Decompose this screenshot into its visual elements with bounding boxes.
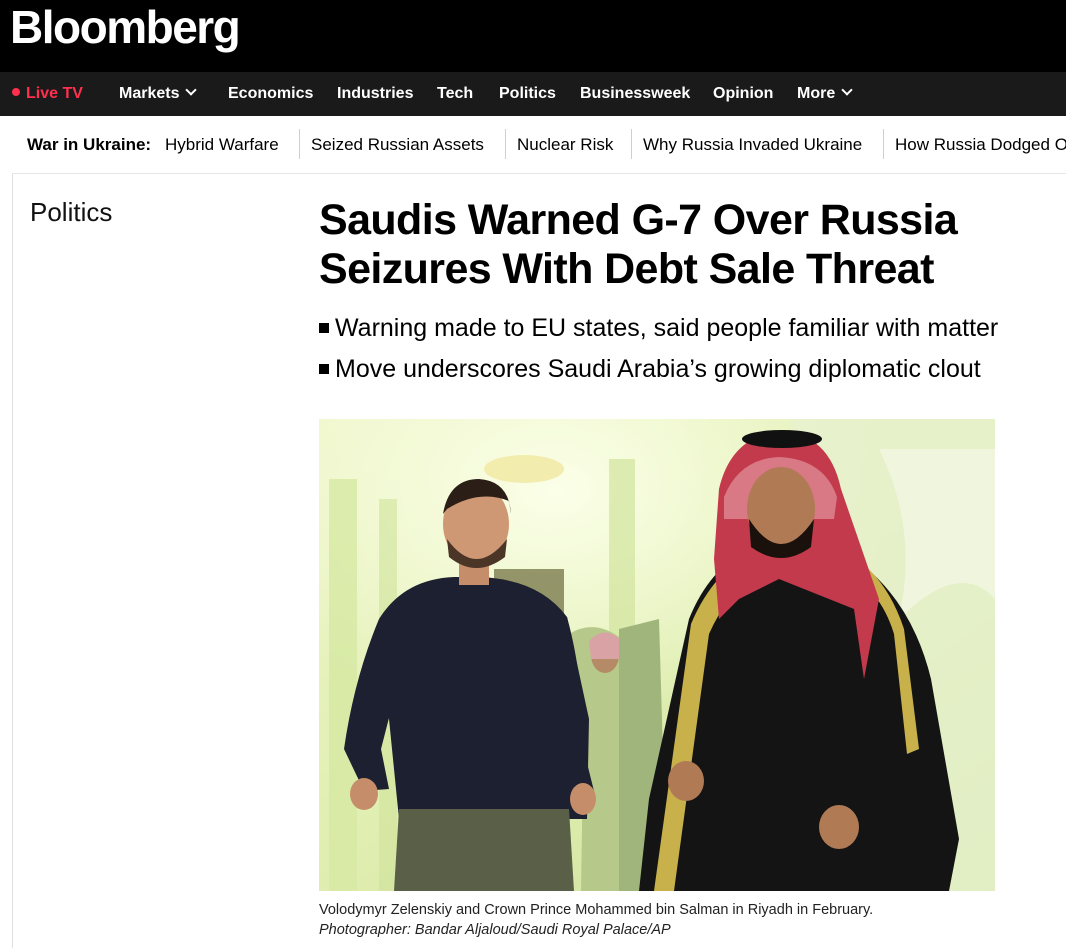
photo-credit: Photographer: Bandar Aljaloud/Saudi Roya…: [319, 922, 671, 938]
nav-more[interactable]: More: [797, 72, 853, 116]
summary-bullet: Move underscores Saudi Arabia’s growing …: [319, 351, 1066, 392]
bullet-square-icon: [319, 323, 329, 333]
subnav-link-nuclear-risk[interactable]: Nuclear Risk: [517, 116, 613, 174]
nav-tech[interactable]: Tech: [437, 72, 473, 116]
subnav-divider: [883, 129, 884, 159]
bullet-square-icon: [319, 364, 329, 374]
nav-markets-label: Markets: [119, 85, 180, 102]
article-photo[interactable]: [319, 419, 995, 891]
summary-bullet-text: Warning made to EU states, said people f…: [335, 314, 999, 342]
nav-economics[interactable]: Economics: [228, 72, 313, 116]
subnav-link-why-invaded[interactable]: Why Russia Invaded Ukraine: [643, 116, 862, 174]
subnav-link-seized-assets[interactable]: Seized Russian Assets: [311, 116, 484, 174]
photo-illustration: [319, 419, 995, 891]
nav-markets[interactable]: Markets: [119, 72, 198, 116]
chevron-down-icon: [841, 84, 853, 96]
nav-live-tv[interactable]: Live TV: [12, 72, 83, 116]
main-nav: Live TV Markets Economics Industries Tec…: [0, 72, 1066, 116]
subnav-divider: [299, 129, 300, 159]
nav-businessweek[interactable]: Businessweek: [580, 72, 690, 116]
subnav-divider: [631, 129, 632, 159]
subnav-link-hybrid-warfare[interactable]: Hybrid Warfare: [165, 116, 279, 174]
summary-bullet: Warning made to EU states, said people f…: [319, 310, 1066, 351]
brand-bar: Bloomberg: [0, 0, 1066, 72]
photo-caption: Volodymyr Zelenskiy and Crown Prince Moh…: [319, 900, 879, 940]
caption-text: Volodymyr Zelenskiy and Crown Prince Moh…: [319, 902, 874, 918]
section-label[interactable]: Politics: [30, 196, 112, 228]
nav-industries[interactable]: Industries: [337, 72, 413, 116]
nav-opinion[interactable]: Opinion: [713, 72, 773, 116]
live-dot-icon: [12, 88, 20, 96]
article-summary: Warning made to EU states, said people f…: [319, 310, 1066, 392]
nav-more-label: More: [797, 85, 836, 102]
left-rule: [12, 174, 13, 948]
subnav-title: War in Ukraine:: [27, 135, 152, 154]
chevron-down-icon: [185, 84, 198, 96]
summary-bullet-text: Move underscores Saudi Arabia’s growing …: [335, 355, 981, 383]
bloomberg-logo[interactable]: Bloomberg: [10, 0, 241, 54]
topic-subnav: War in Ukraine: Hybrid Warfare Seized Ru…: [12, 116, 1066, 174]
nav-politics[interactable]: Politics: [499, 72, 556, 116]
subnav-link-oil-sanctions[interactable]: How Russia Dodged Oil Sanctions: [895, 116, 1066, 174]
nav-live-label: Live TV: [26, 85, 83, 102]
article-headline: Saudis Warned G-7 Over Russia Seizures W…: [319, 196, 958, 293]
subnav-divider: [505, 129, 506, 159]
